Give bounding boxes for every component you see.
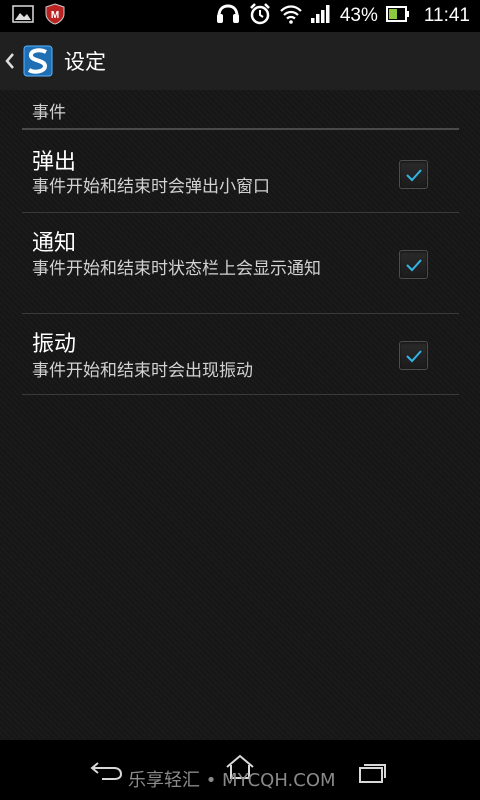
setting-item-popup[interactable]: 弹出 事件开始和结束时会弹出小窗口 [22, 130, 459, 213]
app-logo-icon[interactable] [22, 44, 54, 78]
battery-icon [385, 5, 410, 27]
item-divider [22, 394, 459, 395]
setting-summary: 事件开始和结束时会出现振动 [32, 361, 253, 381]
svg-text:M: M [51, 10, 59, 21]
battery-percent: 43% [339, 5, 378, 26]
wifi-icon [280, 4, 302, 29]
setting-title: 通知 [32, 231, 77, 256]
recent-apps-icon[interactable] [358, 762, 388, 788]
section-header-events: 事件 [32, 103, 66, 123]
status-bar: M 43% 11:41 [0, 0, 480, 32]
check-icon [405, 349, 422, 362]
back-icon[interactable] [90, 760, 124, 786]
check-icon [405, 168, 422, 181]
signal-icon [310, 4, 332, 29]
headset-icon [216, 3, 240, 30]
check-icon [405, 258, 422, 271]
setting-summary: 事件开始和结束时状态栏上会显示通知 [32, 259, 321, 279]
setting-title: 弹出 [32, 150, 77, 175]
notification-checkbox[interactable] [399, 250, 428, 279]
setting-item-vibrate[interactable]: 振动 事件开始和结束时会出现振动 [22, 314, 459, 395]
alarm-icon [248, 2, 272, 31]
mcafee-icon: M [44, 3, 66, 29]
gallery-icon [12, 5, 34, 27]
watermark-text: 乐享轻汇 • MYCQH.COM [128, 770, 336, 791]
back-arrow-icon[interactable] [4, 51, 16, 71]
settings-list: 事件 弹出 事件开始和结束时会弹出小窗口 通知 事件开始和结束时状态栏上会显示通… [0, 90, 480, 740]
page-title: 设定 [64, 50, 106, 74]
setting-summary: 事件开始和结束时会弹出小窗口 [32, 177, 270, 197]
action-bar: 设定 [0, 32, 480, 90]
popup-checkbox[interactable] [399, 160, 428, 189]
setting-title: 振动 [32, 332, 77, 357]
vibrate-checkbox[interactable] [399, 341, 428, 370]
clock: 11:41 [423, 5, 470, 26]
setting-item-notification[interactable]: 通知 事件开始和结束时状态栏上会显示通知 [22, 213, 459, 314]
